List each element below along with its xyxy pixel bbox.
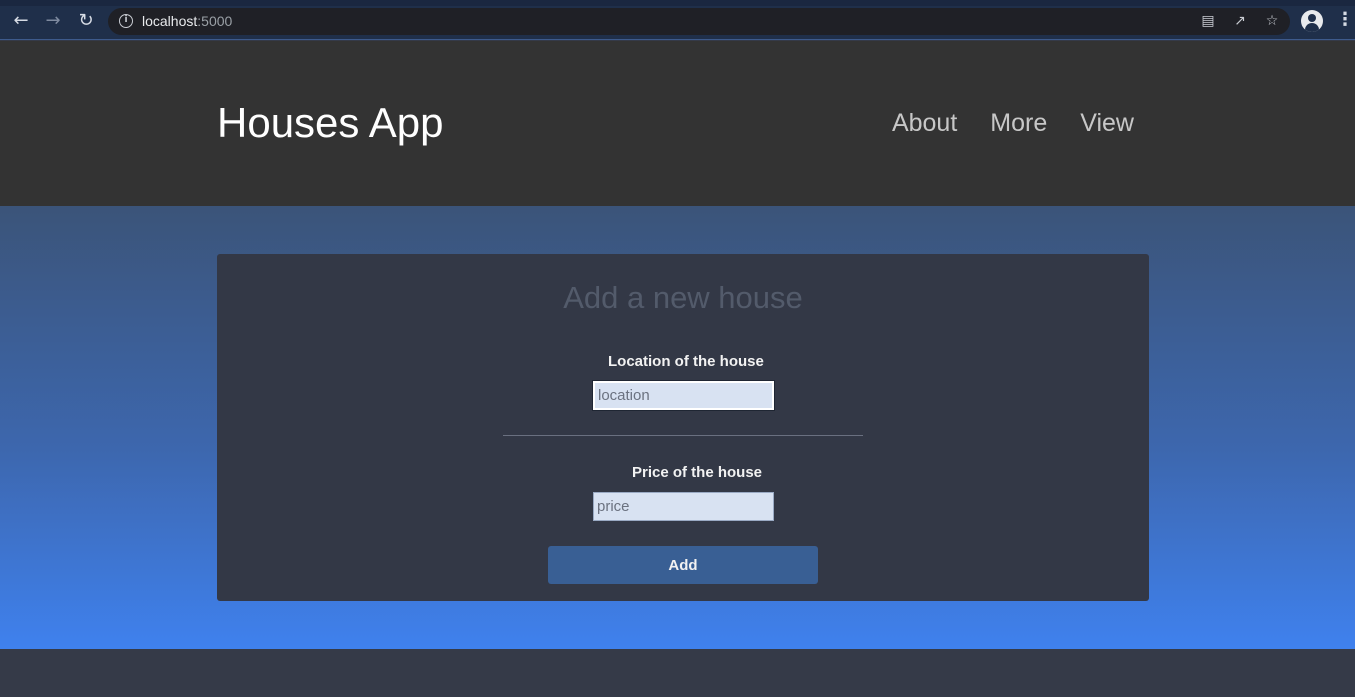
location-input[interactable] [593,381,774,410]
star-icon[interactable]: ☆ [1262,11,1282,31]
location-label: Location of the house [608,353,764,370]
nav-link-more[interactable]: More [990,109,1047,138]
form-divider [503,435,863,436]
hero-section: Add a new house Location of the house Pr… [0,206,1355,649]
translate-icon[interactable]: ▤ [1198,11,1218,31]
price-input[interactable] [593,492,774,521]
back-arrow-icon[interactable]: ← [9,9,33,33]
kebab-menu-icon[interactable]: ⋮ [1336,9,1354,33]
nav-link-view[interactable]: View [1080,109,1134,138]
info-icon[interactable]: i [119,14,133,28]
forward-arrow-icon[interactable]: → [41,9,65,33]
add-house-form: Add a new house Location of the house Pr… [217,254,1149,601]
reload-icon[interactable]: ↻ [74,9,98,33]
add-button[interactable]: Add [548,546,818,584]
form-title: Add a new house [563,280,803,315]
page-footer [0,649,1355,697]
profile-icon[interactable] [1301,10,1323,32]
url-host: localhost [142,13,198,29]
tab-strip [0,0,1355,6]
nav-link-about[interactable]: About [892,109,957,138]
browser-toolbar: ← → ↻ i localhost:5000 ▤ ↗ ☆ ⋮ [0,0,1355,40]
share-icon[interactable]: ↗ [1230,11,1250,31]
price-label: Price of the house [632,464,763,481]
url-port: :5000 [197,13,233,29]
address-bar[interactable]: i localhost:5000 ▤ ↗ ☆ [108,8,1290,35]
app-header: Houses App About More View [0,41,1355,206]
address-url[interactable]: localhost:5000 [142,13,232,29]
brand-title[interactable]: Houses App [217,99,444,147]
main-nav: About More View [892,109,1134,138]
